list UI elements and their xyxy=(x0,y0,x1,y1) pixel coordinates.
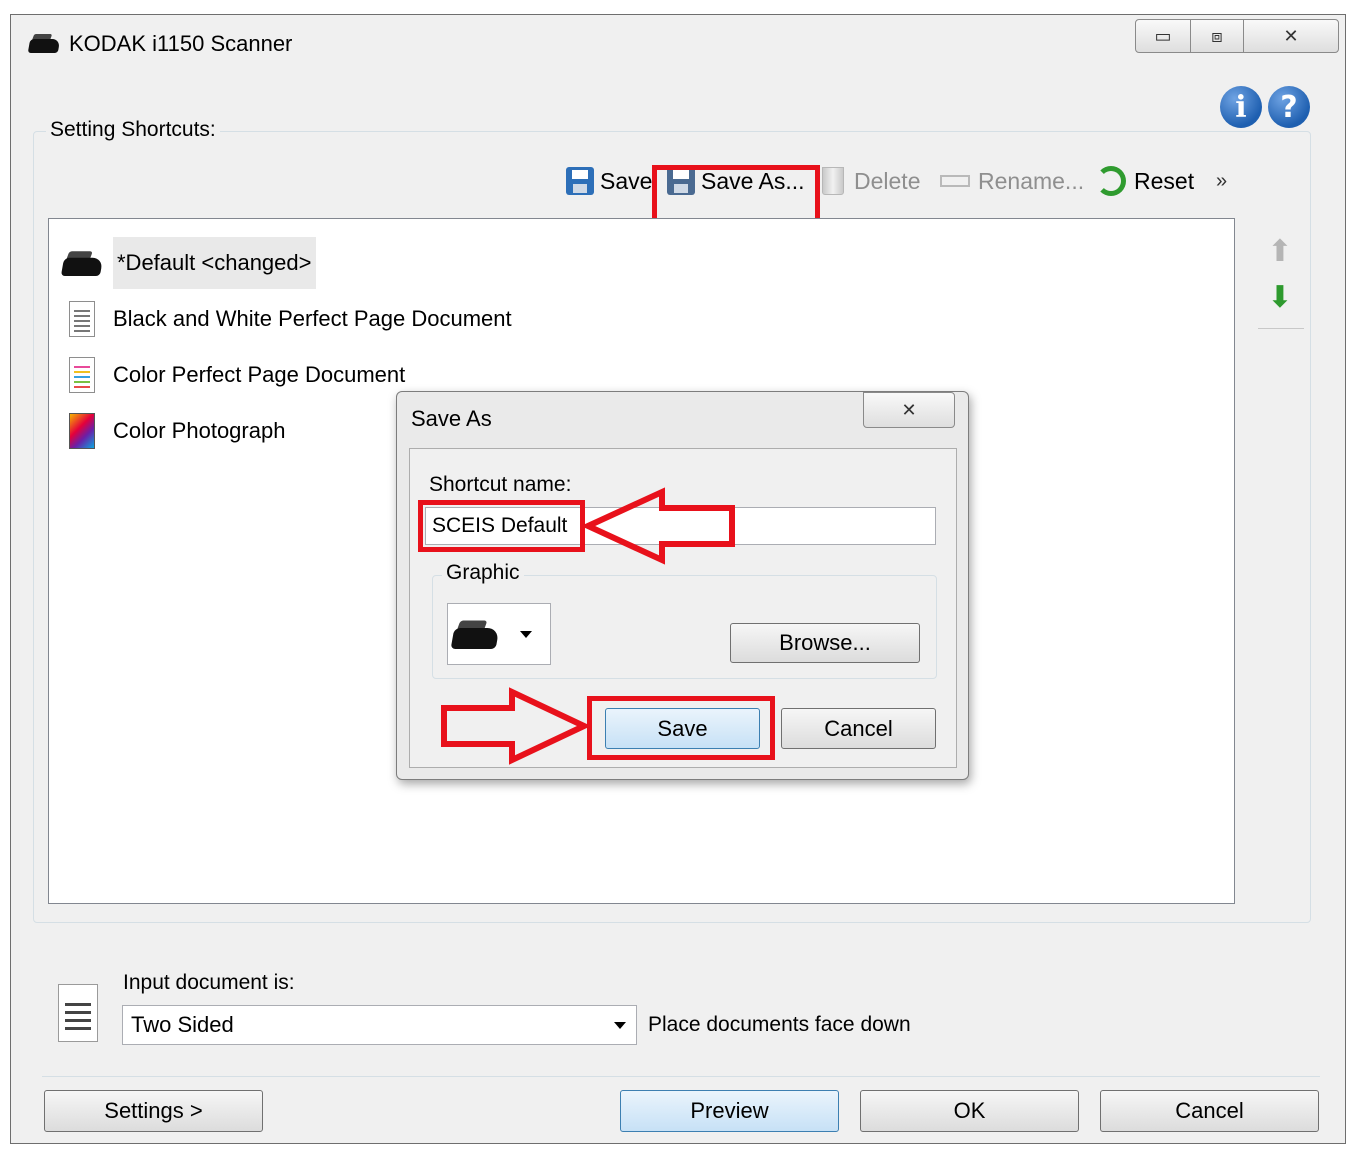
input-document-hint: Place documents face down xyxy=(648,1013,911,1036)
list-item-label: Black and White Perfect Page Document xyxy=(113,306,512,331)
list-item[interactable]: *Default <changed> xyxy=(59,237,316,289)
dialog-cancel-button[interactable]: Cancel xyxy=(781,708,936,749)
input-document-value: Two Sided xyxy=(131,1012,234,1037)
minimize-button[interactable]: ▭ xyxy=(1135,19,1191,53)
browse-label: Browse... xyxy=(779,630,871,655)
annotation-box-save xyxy=(587,696,775,760)
photo-icon xyxy=(59,409,105,453)
move-down-icon[interactable]: ⬇ xyxy=(1263,280,1297,315)
reset-toolbar-button[interactable]: Reset xyxy=(1096,164,1194,198)
move-up-icon[interactable]: ⬆ xyxy=(1263,234,1297,269)
color-document-icon xyxy=(59,353,105,397)
scanner-icon xyxy=(27,33,61,53)
graphic-combo[interactable] xyxy=(447,603,551,665)
list-item[interactable]: Color Photograph xyxy=(59,405,285,457)
trash-icon xyxy=(822,167,844,195)
rename-toolbar-label: Rename... xyxy=(978,167,1085,194)
settings-label: Settings > xyxy=(104,1098,203,1123)
rename-icon xyxy=(940,175,970,187)
list-item-label: *Default <changed> xyxy=(113,237,316,289)
toolbar-overflow-icon[interactable]: » xyxy=(1216,170,1227,193)
help-icon[interactable]: ? xyxy=(1268,86,1310,128)
browse-button[interactable]: Browse... xyxy=(730,623,920,663)
document-icon xyxy=(59,297,105,341)
save-icon xyxy=(566,167,594,195)
list-item-label: Color Photograph xyxy=(113,418,286,443)
minimize-icon: ▭ xyxy=(1154,25,1172,46)
preview-button[interactable]: Preview xyxy=(620,1090,839,1132)
preview-label: Preview xyxy=(690,1098,769,1123)
scanner-icon xyxy=(450,619,501,649)
input-document-select[interactable]: Two Sided xyxy=(122,1005,637,1045)
reset-toolbar-label: Reset xyxy=(1134,167,1195,194)
maximize-button[interactable]: ⧈ xyxy=(1190,19,1244,53)
graphic-label: Graphic xyxy=(442,561,524,585)
maximize-icon: ⧈ xyxy=(1211,25,1223,46)
document-icon xyxy=(58,984,98,1042)
annotation-arrow-left-icon xyxy=(582,487,735,565)
list-item[interactable]: Black and White Perfect Page Document xyxy=(59,293,512,345)
annotation-arrow-right-icon xyxy=(441,687,590,765)
shortcut-name-label: Shortcut name: xyxy=(429,473,572,496)
setting-shortcuts-label: Setting Shortcuts: xyxy=(46,118,220,142)
info-glyph: i xyxy=(1235,89,1247,125)
input-document-label: Input document is: xyxy=(123,971,295,994)
scanner-icon xyxy=(59,241,105,285)
delete-toolbar-button[interactable]: Delete xyxy=(822,164,920,198)
window-title: KODAK i1150 Scanner xyxy=(69,31,293,56)
help-glyph: ? xyxy=(1280,89,1298,125)
info-icon[interactable]: i xyxy=(1220,86,1262,128)
chevron-down-icon xyxy=(614,1021,626,1029)
dialog-title: Save As xyxy=(411,406,492,431)
rename-toolbar-button[interactable]: Rename... xyxy=(940,164,1084,198)
divider xyxy=(42,1076,1320,1077)
ok-button[interactable]: OK xyxy=(860,1090,1079,1132)
ok-label: OK xyxy=(953,1098,986,1123)
annotation-box-shortcut-name xyxy=(418,500,585,552)
settings-button[interactable]: Settings > xyxy=(44,1090,263,1132)
dialog-close-button[interactable]: ✕ xyxy=(863,392,955,428)
chevron-down-icon xyxy=(520,630,532,638)
reset-icon xyxy=(1096,166,1126,196)
cancel-button[interactable]: Cancel xyxy=(1100,1090,1319,1132)
save-toolbar-label: Save xyxy=(600,167,653,194)
list-item-label: Color Perfect Page Document xyxy=(113,362,406,387)
delete-toolbar-label: Delete xyxy=(854,167,921,194)
save-toolbar-button[interactable]: Save xyxy=(566,164,652,198)
close-icon: ✕ xyxy=(901,399,917,420)
close-button[interactable]: ✕ xyxy=(1243,19,1339,53)
title-bar: KODAK i1150 Scanner ▭ ⧈ ✕ xyxy=(11,15,1345,73)
cancel-label: Cancel xyxy=(1175,1098,1244,1123)
close-icon: ✕ xyxy=(1283,25,1299,46)
dialog-cancel-label: Cancel xyxy=(824,715,893,741)
divider xyxy=(1258,328,1304,329)
list-item[interactable]: Color Perfect Page Document xyxy=(59,349,405,401)
